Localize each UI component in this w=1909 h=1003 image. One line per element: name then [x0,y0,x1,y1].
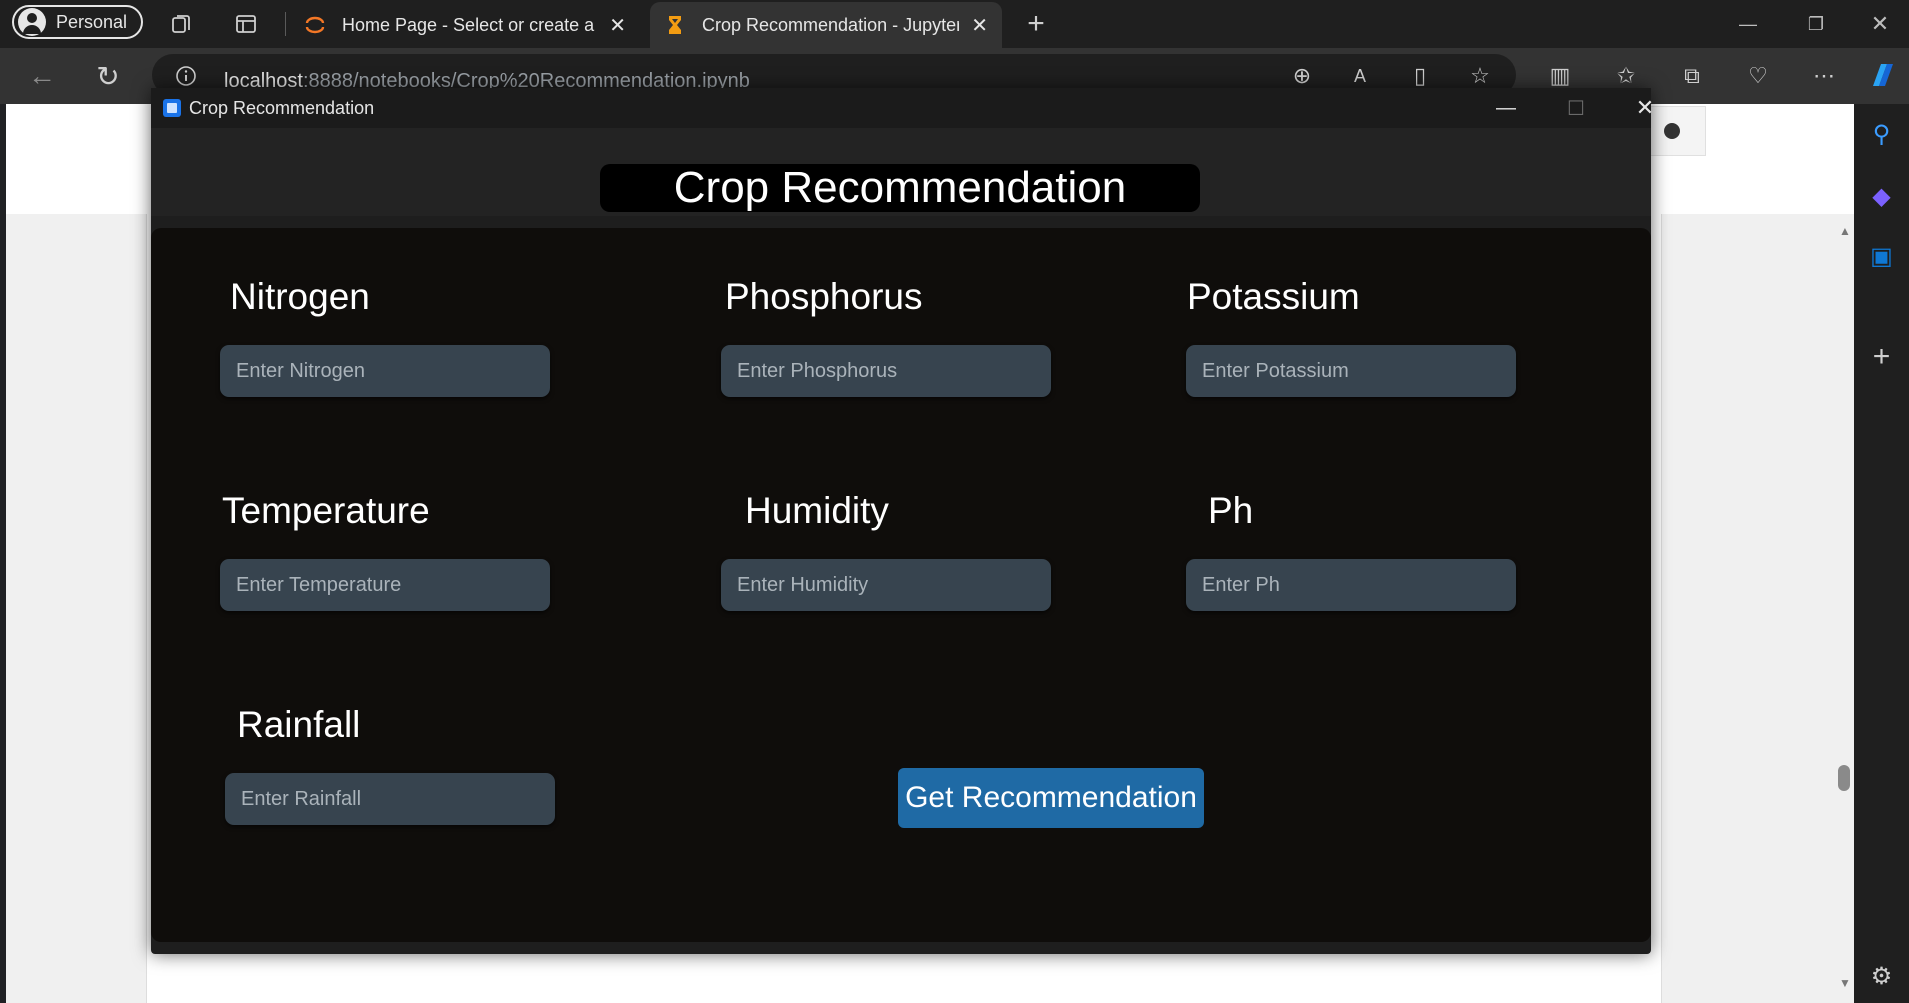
rainfall-label: Rainfall [237,704,361,745]
app-minimize-icon[interactable]: — [1476,88,1536,128]
site-info-icon[interactable] [174,64,198,88]
browser-close-icon[interactable]: ✕ [1852,0,1908,48]
crop-recommendation-window: Crop Recommendation — ☐ ✕ Crop Recommend… [151,88,1654,954]
potassium-label: Potassium [1187,276,1360,317]
collections-icon[interactable]: ⧉ [1676,62,1708,90]
avatar [18,8,46,36]
tab-separator [285,12,286,36]
app-maximize-icon: ☐ [1567,97,1585,120]
settings-gear-icon[interactable]: ⚙ [1854,962,1909,991]
temperature-label: Temperature [222,490,430,531]
zoom-icon[interactable]: ⊕ [1288,63,1316,88]
scroll-down-arrow-icon[interactable]: ▼ [1836,976,1854,990]
phosphorus-input[interactable] [721,345,1051,397]
get-recommendation-button[interactable]: Get Recommendation [898,768,1204,828]
profile-label: Personal [56,11,128,32]
ph-input[interactable] [1186,559,1516,611]
jupyter-icon [305,16,325,34]
search-icon[interactable]: ⚲ [1854,120,1909,149]
app-heading: Crop Recommendation [600,164,1200,212]
vertical-tabs-icon[interactable] [230,10,262,38]
scroll-up-arrow-icon[interactable]: ▲ [1836,224,1854,238]
humidity-input[interactable] [721,559,1051,611]
immersive-reader-icon[interactable]: ▯ [1406,63,1434,88]
tab-home-page[interactable]: Home Page - Select or create a notebook … [290,2,640,48]
rainfall-input[interactable] [225,773,555,825]
humidity-label: Humidity [745,490,889,531]
tab-crop-recommendation[interactable]: Crop Recommendation - Jupyter Notebook ✕ [650,2,1002,48]
app-window-icon [163,99,181,117]
copilot-sidebar-icon[interactable]: ◆ [1854,182,1909,211]
ph-label: Ph [1208,490,1254,531]
potassium-input[interactable] [1186,345,1516,397]
tab-close-icon[interactable]: ✕ [609,13,626,38]
favorites-icon[interactable]: ✩ [1610,62,1642,90]
new-tab-icon[interactable]: + [1020,7,1052,40]
split-screen-icon[interactable]: ▥ [1544,62,1576,90]
app-title-bar: Crop Recommendation — ☐ ✕ [151,88,1654,128]
copilot-icon[interactable] [1866,60,1900,92]
profile-button[interactable]: Personal [12,5,144,39]
back-icon[interactable]: ← [26,60,58,92]
browser-minimize-icon[interactable]: — [1720,0,1776,48]
add-icon[interactable]: + [1854,340,1909,374]
tab-title: Home Page - Select or create a notebook [342,14,597,35]
tab-title: Crop Recommendation - Jupyter Notebook [702,14,960,35]
favorite-star-icon[interactable]: ☆ [1466,63,1494,88]
workspaces-icon[interactable] [166,10,198,38]
tab-close-icon[interactable]: ✕ [971,13,988,38]
read-aloud-icon[interactable]: A [1346,64,1374,88]
scrollbar-thumb[interactable] [1838,765,1850,791]
outlook-icon[interactable]: ▣ [1854,242,1909,271]
nitrogen-input[interactable] [220,345,550,397]
temperature-input[interactable] [220,559,550,611]
page-scrollbar[interactable] [1836,214,1854,1003]
phosphorus-label: Phosphorus [725,276,923,317]
browser-tab-bar: Personal Home Page - Select or create a … [0,0,1909,48]
edge-sidebar: ⚲ ◆ ▣ + ⚙ [1854,104,1909,1003]
browser-restore-icon[interactable]: ❐ [1788,0,1844,48]
more-options-icon[interactable]: ⋯ [1808,62,1840,90]
reload-icon[interactable]: ↻ [92,60,124,92]
app-close-icon[interactable]: ✕ [1615,88,1675,128]
browser-essentials-icon[interactable]: ♡ [1742,62,1774,90]
nitrogen-label: Nitrogen [230,276,370,317]
hourglass-icon [669,16,681,34]
app-window-title: Crop Recommendation [189,97,375,118]
